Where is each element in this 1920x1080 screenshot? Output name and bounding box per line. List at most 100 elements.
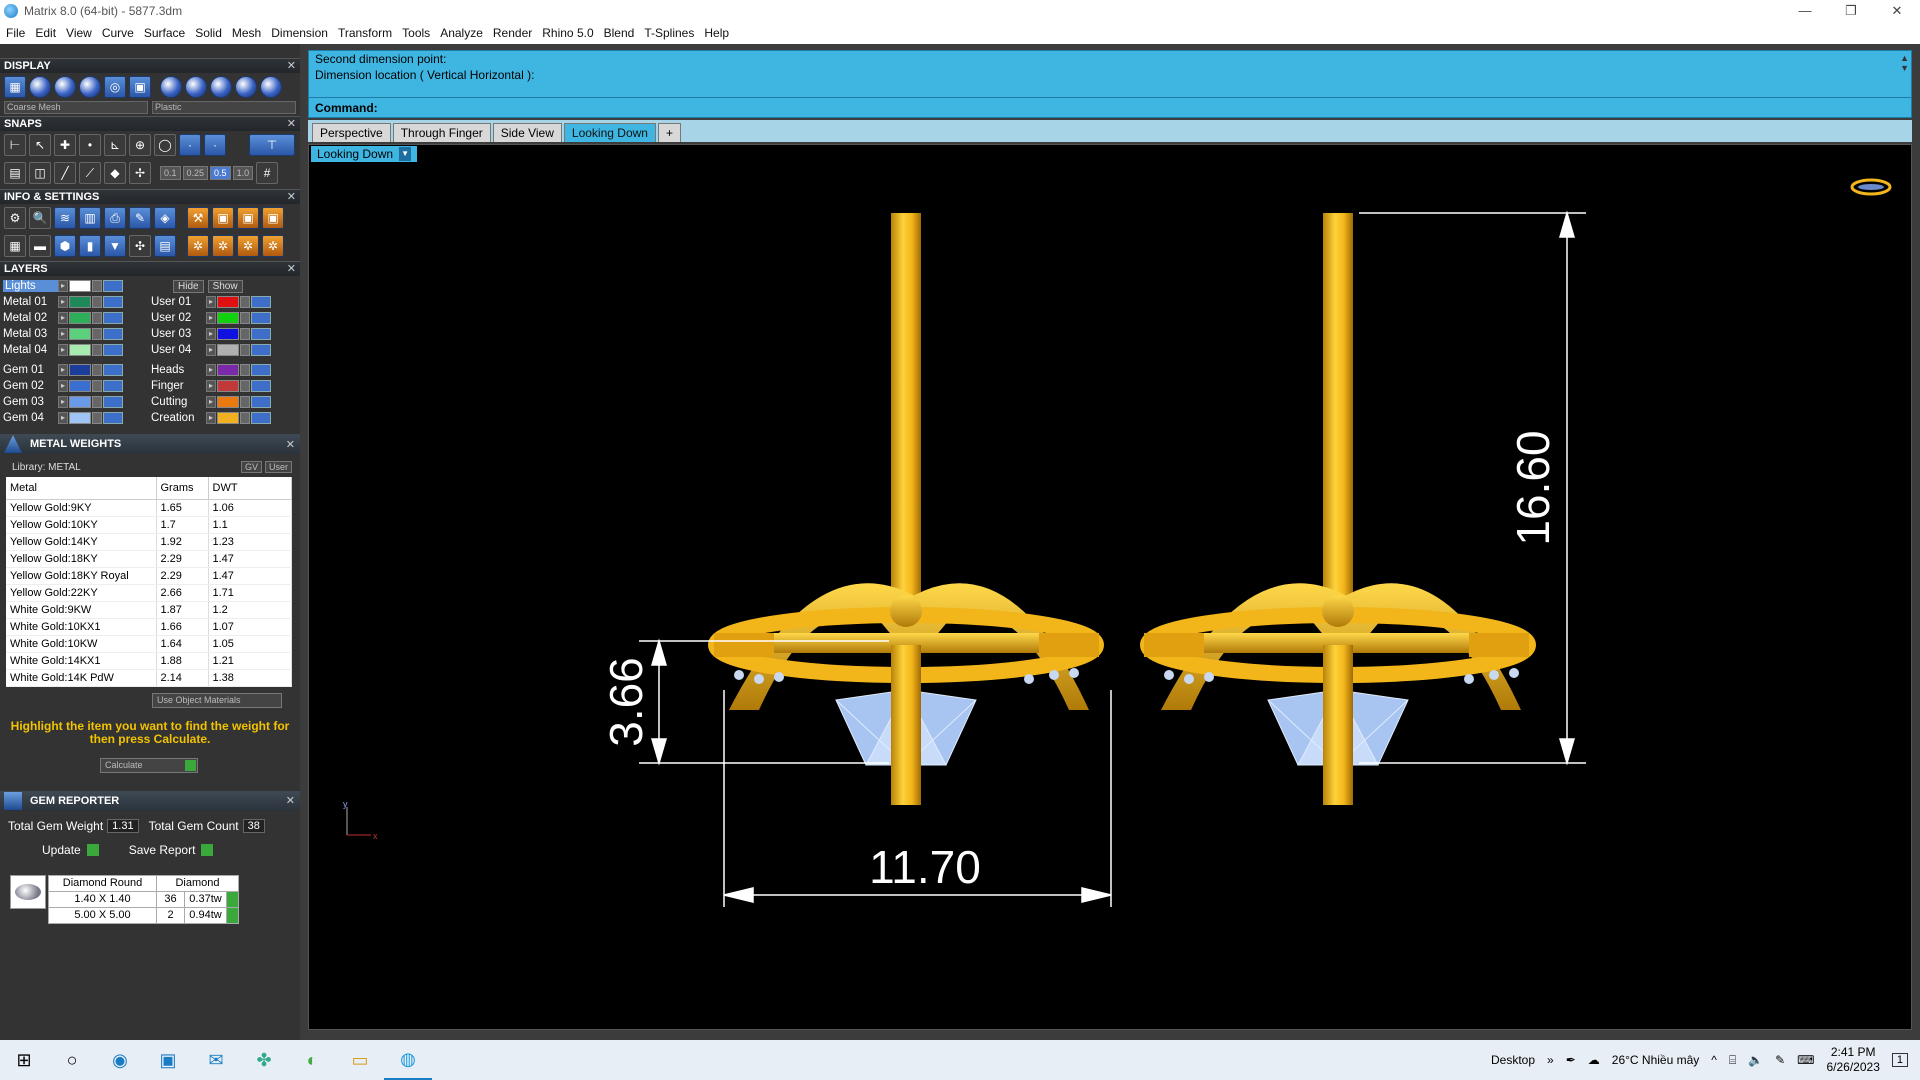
transform-icon[interactable]: ✣ — [129, 235, 151, 257]
table-row[interactable]: White Gold:9KW 1.87 1.2 — [6, 601, 292, 619]
gloss-sphere-icon[interactable] — [79, 76, 101, 98]
render-sphere-icon[interactable] — [54, 76, 76, 98]
tool-f-icon[interactable]: ✲ — [212, 235, 234, 257]
menu-surface[interactable]: Surface — [144, 26, 185, 40]
layer-color-swatch[interactable] — [69, 396, 91, 408]
wireframe-icon[interactable]: ▦ — [4, 76, 26, 98]
lock-icon[interactable] — [240, 412, 250, 424]
menu-mesh[interactable]: Mesh — [232, 26, 261, 40]
expand-icon[interactable]: ▸ — [58, 380, 68, 392]
tool-a-icon[interactable]: ⚒ — [187, 207, 209, 229]
layer-color-swatch[interactable] — [217, 396, 239, 408]
table-row[interactable]: 5.00 X 5.00 2 0.94tw — [48, 906, 239, 924]
layer-color-swatch[interactable] — [217, 380, 239, 392]
layer-name[interactable]: Heads — [151, 364, 206, 376]
ruler-icon[interactable]: ⟋ — [79, 162, 101, 184]
layer-name[interactable]: User 04 — [151, 344, 206, 356]
quad-snap-icon[interactable]: ◯ — [154, 134, 176, 156]
tool-g-icon[interactable]: ✲ — [237, 235, 259, 257]
layer-toggle[interactable] — [103, 364, 123, 376]
expand-icon[interactable]: ▸ — [58, 328, 68, 340]
menu-tools[interactable]: Tools — [402, 26, 430, 40]
expand-icon[interactable]: ▸ — [58, 296, 68, 308]
book-icon[interactable]: ▮ — [79, 235, 101, 257]
store-icon[interactable]: ▣ — [144, 1040, 192, 1080]
close-icon[interactable]: ✕ — [287, 59, 296, 74]
calculate-button[interactable]: Calculate — [100, 757, 198, 773]
hide-all-button[interactable]: Hide — [173, 279, 204, 293]
report-icon[interactable]: ▤ — [154, 235, 176, 257]
user-toggle[interactable]: User — [264, 461, 292, 473]
layer-name[interactable]: Creation — [151, 412, 206, 424]
use-object-materials-button[interactable]: Use Object Materials — [152, 692, 282, 708]
layer-color-swatch[interactable] — [69, 344, 91, 356]
select-gem-button[interactable] — [226, 906, 239, 924]
lock-icon[interactable] — [240, 328, 250, 340]
layer-name[interactable]: Metal 03 — [3, 328, 58, 340]
layer-toggle[interactable] — [251, 344, 271, 356]
lock-icon[interactable] — [240, 364, 250, 376]
expand-icon[interactable]: ▸ — [58, 396, 68, 408]
lock-icon[interactable] — [92, 396, 102, 408]
end-snap-icon[interactable]: ⊢ — [4, 134, 26, 156]
layer-color-swatch[interactable] — [217, 412, 239, 424]
weather-text[interactable]: 26°C Nhiều mây — [1612, 1053, 1700, 1067]
layers-icon[interactable]: ≋ — [54, 207, 76, 229]
edge-icon[interactable]: ◉ — [96, 1040, 144, 1080]
layer-toggle[interactable] — [251, 396, 271, 408]
material-plastic-icon[interactable] — [210, 76, 232, 98]
tool-b-icon[interactable]: ▣ — [212, 207, 234, 229]
gumball-icon[interactable]: ✢ — [129, 162, 151, 184]
cplane-icon[interactable]: ◫ — [29, 162, 51, 184]
app-a-icon[interactable]: ✤ — [240, 1040, 288, 1080]
point-snap-icon[interactable]: • — [79, 134, 101, 156]
network-icon[interactable]: ⌸ — [1729, 1053, 1736, 1068]
project-icon[interactable]: ◆ — [104, 162, 126, 184]
shaded-sphere-icon[interactable] — [29, 76, 51, 98]
keyboard-icon[interactable]: ⌨ — [1797, 1053, 1814, 1067]
close-icon[interactable]: ✕ — [287, 190, 296, 205]
update-button[interactable]: Update — [42, 843, 99, 857]
material-silver-icon[interactable] — [185, 76, 207, 98]
viewport[interactable]: Looking Down ▼ 11.70 16.60 3.66 y x — [308, 144, 1912, 1030]
material-chrome-icon[interactable] — [260, 76, 282, 98]
app-b-icon[interactable]: ◐ — [288, 1040, 336, 1080]
scroll-arrows-icon[interactable]: ▲ ▼ — [1900, 53, 1909, 73]
tab-looking-down[interactable]: Looking Down — [563, 123, 656, 142]
menu-render[interactable]: Render — [493, 26, 532, 40]
select-gem-button[interactable] — [226, 890, 239, 908]
layer-color-swatch[interactable] — [69, 312, 91, 324]
center-snap-icon[interactable]: ⊕ — [129, 134, 151, 156]
close-button[interactable]: ✕ — [1874, 0, 1920, 22]
layer-name[interactable]: Metal 01 — [3, 296, 58, 308]
desktop-toolbar[interactable]: Desktop — [1491, 1053, 1535, 1067]
layer-toggle[interactable] — [251, 296, 271, 308]
snap-value-0-25[interactable]: 0.25 — [182, 166, 209, 180]
material-gold-icon[interactable] — [160, 76, 182, 98]
pen-icon[interactable]: ✒ — [1566, 1053, 1576, 1067]
lock-icon[interactable] — [240, 312, 250, 324]
matrix-app-icon[interactable]: ◍ — [384, 1040, 432, 1080]
tool-d-icon[interactable]: ▣ — [262, 207, 284, 229]
menu-solid[interactable]: Solid — [195, 26, 222, 40]
menu-analyze[interactable]: Analyze — [440, 26, 483, 40]
layer-name[interactable]: Gem 01 — [3, 364, 58, 376]
table-row[interactable]: Yellow Gold:9KY 1.65 1.06 — [6, 499, 292, 517]
menu-help[interactable]: Help — [704, 26, 729, 40]
menu-edit[interactable]: Edit — [35, 26, 56, 40]
layer-toggle[interactable] — [251, 412, 271, 424]
lock-icon[interactable] — [92, 344, 102, 356]
material-select[interactable]: Plastic — [152, 101, 296, 114]
mesh-mode-select[interactable]: Coarse Mesh — [4, 101, 148, 114]
dimension-lines[interactable] — [639, 210, 1586, 907]
layer-toggle[interactable] — [251, 328, 271, 340]
box-icon[interactable]: ▥ — [79, 207, 101, 229]
weather-icon[interactable]: ☁ — [1588, 1053, 1600, 1067]
layer-toggle[interactable] — [103, 328, 123, 340]
tray-chevron-icon[interactable]: ^ — [1711, 1053, 1717, 1067]
expand-icon[interactable]: ▸ — [58, 344, 68, 356]
close-icon[interactable]: ✕ — [287, 117, 296, 132]
expand-icon[interactable]: ▸ — [206, 380, 216, 392]
layer-color-swatch[interactable] — [69, 412, 91, 424]
minimize-button[interactable]: — — [1782, 0, 1828, 22]
